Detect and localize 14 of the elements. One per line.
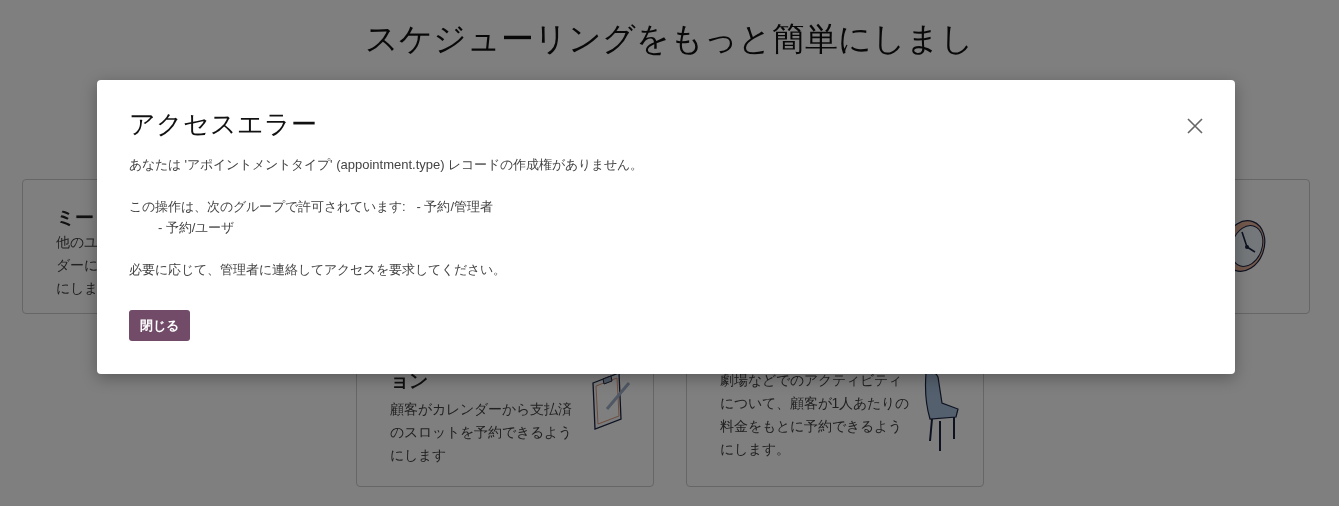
dialog-title: アクセスエラー xyxy=(129,108,317,141)
card-description: 劇場などでのアクティビティについて、顧客が1人あたりの料金をもとに予約できるようにします。 xyxy=(719,370,910,459)
close-dialog-button[interactable]: 閉じる xyxy=(129,309,190,342)
card-description: にしま xyxy=(56,278,98,298)
card-title: ョン xyxy=(389,368,429,393)
close-icon xyxy=(1187,118,1203,134)
card-description: 他のユ xyxy=(56,232,98,252)
dialog-message: この操作は、次のグループで許可されています: - 予約/管理者 - 予約/ユーザ xyxy=(129,197,494,237)
card-description: 顧客がカレンダーから支払済のスロットを予約できるようにします xyxy=(389,399,573,465)
card-description: ダーに xyxy=(56,255,98,275)
dialog-message: あなたは 'アポイントメントタイプ' (appointment.type) レコードの作成権がありません。 xyxy=(129,155,645,174)
dialog-message: 必要に応じて、管理者に連絡してアクセスを要求してください。 xyxy=(129,260,507,279)
page-heading: スケジューリングをもっと簡単にしまし xyxy=(364,19,975,59)
card-title: ミー xyxy=(56,205,94,230)
